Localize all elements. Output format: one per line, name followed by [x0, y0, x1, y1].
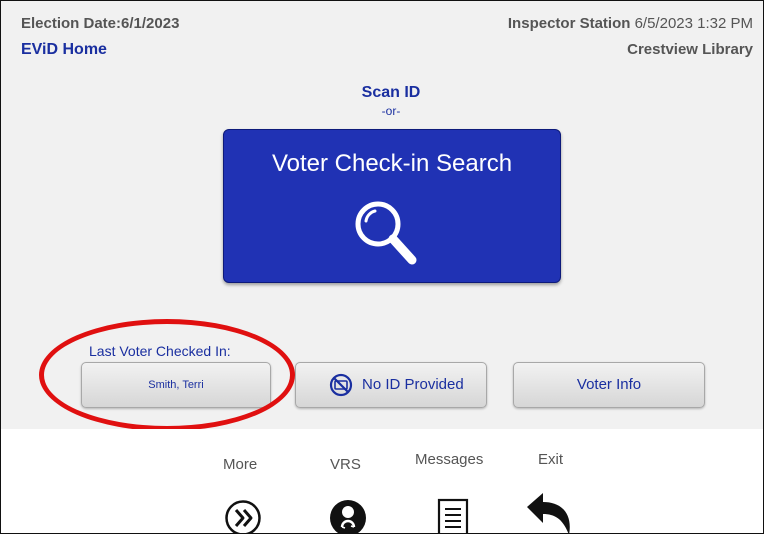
election-date: Election Date:6/1/2023: [21, 15, 180, 32]
exit-icon[interactable]: [523, 491, 579, 534]
no-id-card-icon: [329, 373, 353, 397]
scan-or-text: -or-: [381, 104, 401, 118]
bottom-nav: More VRS Messages Exit: [1, 429, 763, 534]
evid-app-window: Election Date:6/1/2023 EViD Home Inspect…: [0, 0, 764, 534]
more-icon[interactable]: [223, 498, 263, 534]
vrs-icon[interactable]: [328, 498, 368, 534]
evid-home-link[interactable]: EViD Home: [21, 41, 107, 59]
last-voter-button[interactable]: Smith, Terri: [81, 362, 271, 408]
voter-info-button[interactable]: Voter Info: [513, 362, 705, 408]
no-id-provided-button[interactable]: No ID Provided: [295, 362, 487, 408]
magnifier-icon: [355, 201, 417, 265]
location-name: Crestview Library: [627, 41, 753, 58]
last-voter-label: Last Voter Checked In:: [89, 343, 231, 359]
more-label: More: [223, 456, 258, 473]
vrs-label: VRS: [330, 456, 361, 473]
no-id-label: No ID Provided: [362, 376, 464, 393]
exit-label: Exit: [538, 451, 564, 468]
voter-check-in-search-button[interactable]: Voter Check-in Search: [223, 129, 561, 283]
messages-icon[interactable]: [436, 498, 470, 534]
station-time: 6/5/2023 1:32 PM: [634, 15, 753, 32]
station-label: Inspector Station: [507, 15, 631, 32]
main-panel: Election Date:6/1/2023 EViD Home Inspect…: [1, 1, 763, 431]
station-info: Inspector Station 6/5/2023 1:32 PM: [508, 15, 753, 32]
scan-id-title: Scan ID: [361, 84, 421, 101]
search-button-label: Voter Check-in Search: [271, 150, 513, 177]
messages-label: Messages: [415, 451, 484, 468]
